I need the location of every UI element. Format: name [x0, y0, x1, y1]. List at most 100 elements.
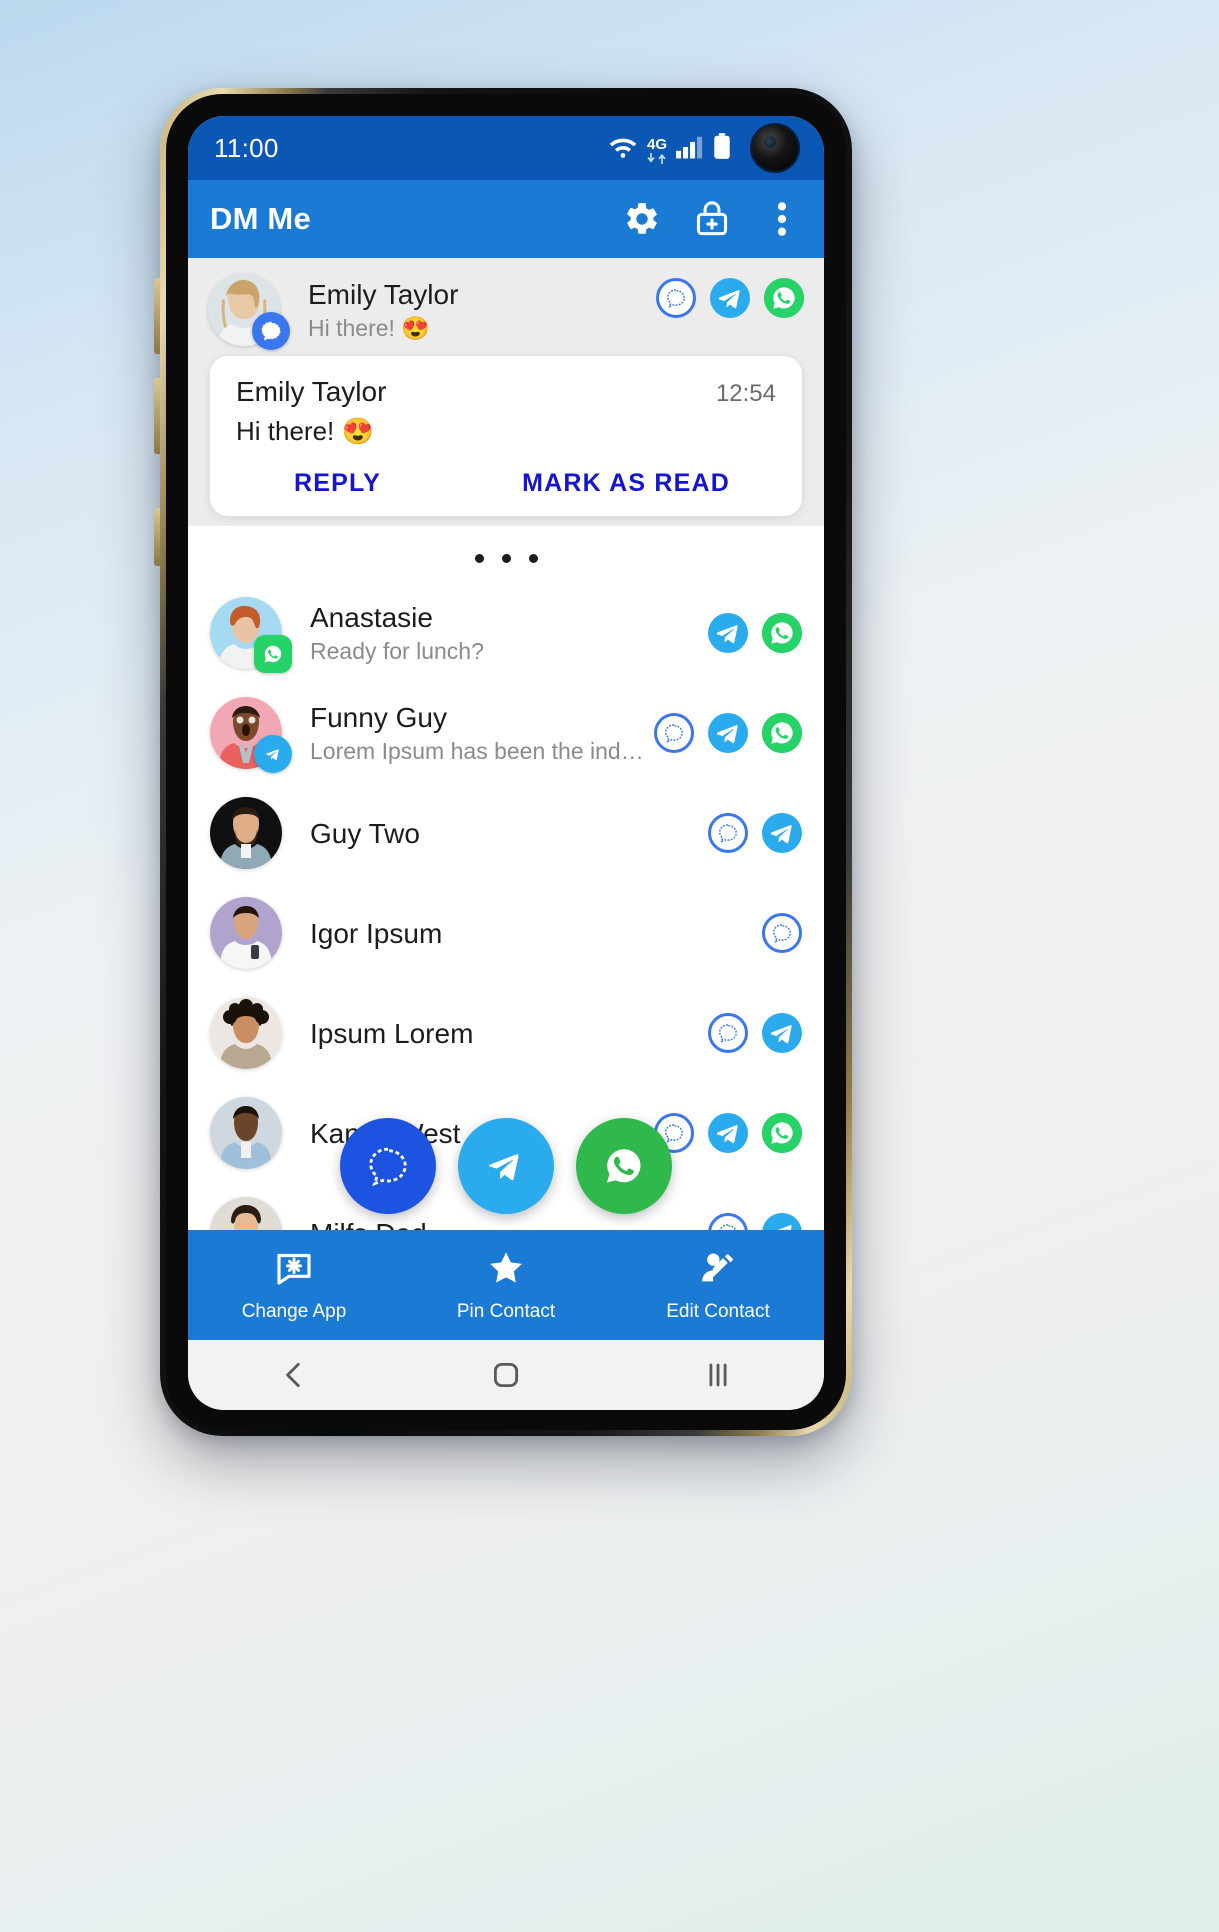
notification-preview-area: Emily Taylor Hi there! 😍 Emily Taylor 12… [188, 258, 824, 526]
message-preview: Hi there! 😍 [308, 314, 430, 341]
message-preview: Lorem Ipsum has been the industry… [310, 737, 654, 764]
cellular-signal-icon [676, 135, 704, 164]
contact-texts: Igor Ipsum [310, 916, 762, 951]
signal-app-icon[interactable] [708, 1013, 748, 1053]
android-navigation-bar [188, 1340, 824, 1410]
contact-row[interactable]: Funny Guy Lorem Ipsum has been the indust… [188, 683, 824, 783]
avatar [210, 997, 282, 1069]
reply-button[interactable]: REPLY [294, 469, 381, 498]
notification-card[interactable]: Emily Taylor 12:54 Hi there! 😍 REPLY MAR… [210, 356, 802, 516]
telegram-app-icon[interactable] [708, 1113, 748, 1153]
notification-card-message: Hi there! 😍 [236, 416, 374, 446]
bottom-bar-label: Edit Contact [666, 1300, 770, 1322]
add-lock-contact-icon[interactable] [692, 199, 732, 239]
contact-row[interactable]: Guy Two [188, 783, 824, 883]
bottom-bar-change-app[interactable]: Change App [188, 1248, 400, 1323]
contact-name: Anastasie [310, 601, 433, 633]
bottom-bar-pin-contact[interactable]: Pin Contact [400, 1248, 612, 1323]
page-title: DM Me [210, 201, 311, 236]
notification-card-actions: REPLY MARK AS READ [236, 469, 776, 506]
signal-app-icon[interactable] [708, 813, 748, 853]
telegram-app-icon[interactable] [710, 278, 750, 318]
main-content: Emily Taylor Hi there! 😍 Emily Taylor 12… [188, 258, 824, 1230]
notification-card-name: Emily Taylor [236, 376, 387, 407]
contact-row[interactable]: Anastasie Ready for lunch? [188, 583, 824, 683]
phone-device-frame: 11:00 4G DM Me Emily Taylor Hi there! 😍 … [154, 88, 852, 1436]
signal-app-icon[interactable] [654, 713, 694, 753]
volume-up-button[interactable] [154, 278, 160, 354]
contact-row[interactable]: Ipsum Lorem [188, 983, 824, 1083]
messaging-app-icons [656, 278, 804, 318]
notification-card-timestamp: 12:54 [715, 380, 776, 407]
bottom-action-bar: Change App Pin Contact Edit Contact [188, 1230, 824, 1340]
notification-preview-row[interactable]: Emily Taylor Hi there! 😍 [188, 258, 824, 356]
bottom-bar-edit-contact[interactable]: Edit Contact [612, 1248, 824, 1323]
notification-card-header: Emily Taylor 12:54 [236, 376, 776, 408]
recents-icon[interactable] [612, 1358, 824, 1392]
volume-down-button[interactable] [154, 378, 160, 454]
mark-as-read-button[interactable]: MARK AS READ [522, 469, 730, 498]
home-icon[interactable] [400, 1358, 612, 1392]
notification-preview-texts: Emily Taylor Hi there! 😍 [308, 277, 656, 344]
contact-texts: Funny Guy Lorem Ipsum has been the indust… [310, 700, 654, 767]
power-button[interactable] [154, 508, 160, 566]
battery-icon [713, 132, 731, 164]
bottom-bar-label: Pin Contact [456, 1300, 556, 1322]
overflow-menu-icon[interactable] [762, 199, 802, 239]
dot [501, 554, 511, 563]
whatsapp-app-icon[interactable] [762, 613, 802, 653]
fab-signal[interactable] [340, 1118, 436, 1214]
contact-row[interactable]: Igor Ipsum [188, 883, 824, 983]
phone-screen: 11:00 4G DM Me Emily Taylor Hi there! 😍 … [188, 116, 824, 1410]
contact-texts: Milfs Dad [310, 1216, 708, 1231]
phone-bezel: 11:00 4G DM Me Emily Taylor Hi there! 😍 … [166, 94, 846, 1430]
change-app-icon [274, 1248, 314, 1293]
messaging-app-icons [762, 913, 802, 953]
messaging-app-icons [708, 1013, 802, 1053]
fab-telegram[interactable] [458, 1118, 554, 1214]
settings-gear-icon[interactable] [622, 199, 662, 239]
avatar [210, 597, 292, 673]
telegram-app-icon[interactable] [708, 613, 748, 653]
signal-app-icon[interactable] [708, 1213, 748, 1230]
fab-whatsapp[interactable] [576, 1118, 672, 1214]
telegram-app-icon[interactable] [762, 813, 802, 853]
contact-name: Emily Taylor [308, 278, 459, 310]
whatsapp-badge-icon [254, 635, 292, 673]
messaging-app-icons [654, 1113, 802, 1153]
edit-contact-icon [698, 1248, 738, 1293]
signal-app-icon[interactable] [656, 278, 696, 318]
contact-name: Milfs Dad [310, 1216, 708, 1231]
section-separator-dots [188, 526, 824, 583]
contact-texts: Anastasie Ready for lunch? [310, 600, 708, 667]
whatsapp-app-icon[interactable] [762, 1113, 802, 1153]
app-bar: DM Me [188, 180, 824, 258]
dot [474, 554, 484, 563]
messaging-app-icons [708, 613, 802, 653]
status-bar: 11:00 4G [188, 116, 824, 180]
contact-texts: Ipsum Lorem [310, 1016, 708, 1051]
messaging-app-icons [708, 813, 802, 853]
contact-name: Igor Ipsum [310, 917, 443, 949]
telegram-app-icon[interactable] [708, 713, 748, 753]
telegram-app-icon[interactable] [762, 1013, 802, 1053]
whatsapp-app-icon[interactable] [762, 713, 802, 753]
whatsapp-app-icon[interactable] [764, 278, 804, 318]
network-4g-icon: 4G [647, 137, 667, 164]
avatar [210, 697, 292, 773]
avatar [210, 897, 282, 969]
avatar [208, 274, 290, 350]
bottom-bar-label: Change App [241, 1300, 347, 1322]
back-icon[interactable] [188, 1358, 400, 1392]
telegram-app-icon[interactable] [762, 1213, 802, 1230]
avatar [210, 797, 282, 869]
telegram-badge-icon [254, 735, 292, 773]
avatar [210, 1097, 282, 1169]
app-bar-actions [622, 199, 802, 239]
signal-app-icon[interactable] [762, 913, 802, 953]
signal-badge-icon [252, 312, 290, 350]
wifi-icon [608, 135, 638, 164]
dot [528, 554, 538, 563]
message-preview: Ready for lunch? [310, 637, 484, 664]
star-icon [486, 1248, 526, 1293]
